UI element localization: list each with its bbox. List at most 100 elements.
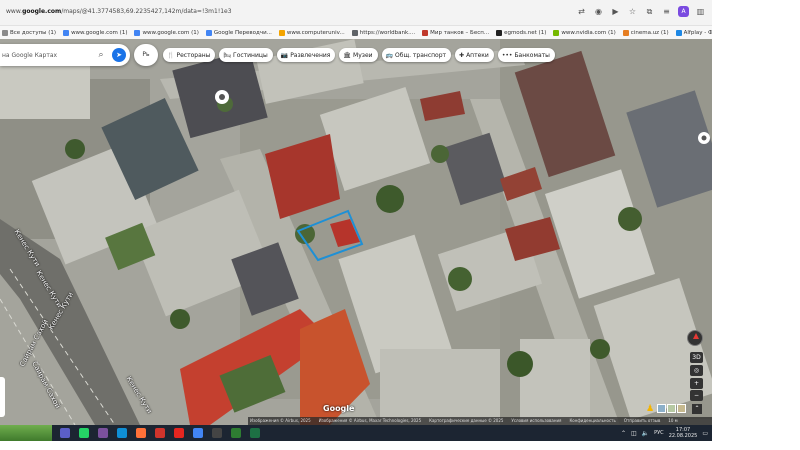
profile-avatar[interactable]: A [678, 6, 689, 17]
compass-icon[interactable] [687, 330, 703, 346]
bookmark-item[interactable]: cinema.uz (1) [622, 29, 669, 36]
extensions-icon[interactable]: ⧉ [644, 6, 655, 17]
category-chip-icon: ••• [501, 51, 513, 59]
bookmark-label: www.google.com (1) [71, 29, 128, 36]
zoom-in-button[interactable]: + [690, 378, 703, 389]
zoom-out-button[interactable]: − [690, 390, 703, 401]
bookmark-favicon-icon [63, 29, 70, 36]
attribution-item[interactable]: Отправить отзыв [624, 418, 660, 423]
bookmark-item[interactable]: https://worldbank.... [351, 29, 416, 36]
directions-icon[interactable]: ➤ [112, 48, 126, 62]
category-chip[interactable]: ••• Банкоматы [497, 48, 555, 62]
bookmark-favicon-icon [496, 29, 503, 36]
map-search-box[interactable]: на Google Картах ⌕ ➤ [0, 44, 130, 66]
clock[interactable]: 17:07 22.08.2025 [669, 427, 698, 439]
search-icon[interactable]: ⌕ [94, 50, 108, 60]
bookmark-label: Alfplay - Фильмы, с... [683, 29, 712, 36]
attribution-item[interactable]: Условия использования [511, 418, 561, 423]
chrome-icon[interactable] [193, 428, 203, 438]
volume-icon[interactable]: 🔈 [642, 430, 649, 437]
bookmark-item[interactable]: www.google.com (1) [134, 29, 199, 36]
bookmark-label: Мир танков – Бесп... [430, 29, 490, 36]
category-chip-icon: 📷 [280, 51, 289, 59]
layers-label: Рь [142, 51, 150, 58]
translate-icon[interactable]: ⇄ [576, 6, 587, 17]
taskbar: ⌃ ◫ 🔈 РУС 17:07 22.08.2025 ▭ [0, 425, 712, 441]
category-chip-label: Рестораны [176, 51, 211, 59]
category-chip-icon: 🍴 [167, 51, 175, 59]
bookmark-favicon-icon [675, 29, 682, 36]
category-chip-icon: 🛏 [223, 51, 232, 59]
terminal-icon[interactable] [212, 428, 222, 438]
sidebar-icon[interactable]: ▥ [695, 6, 706, 17]
category-chip-icon: ✚ [459, 51, 465, 59]
bookmark-favicon-icon [422, 29, 429, 36]
address-bar[interactable]: www.google.com/maps/@41.3774583,69.22354… [0, 0, 712, 26]
category-chip[interactable]: 📷 Развлечения [276, 48, 336, 62]
category-chip[interactable]: 🚌 Общ. транспорт [381, 48, 452, 62]
satellite-map[interactable]: Кенес Кути Кенес Кути Кенес Кути Кенес К… [0, 39, 712, 425]
chevron-up-icon[interactable]: ⌃ [621, 430, 626, 437]
bookmark-item[interactable]: www.computeruniv... [278, 29, 345, 36]
menu-icon[interactable]: ≡ [661, 6, 672, 17]
whatsapp-icon[interactable] [79, 428, 89, 438]
category-chip-label: Банкоматы [514, 51, 550, 59]
category-chip-icon: 🚌 [385, 51, 394, 59]
attribution-item: Картографические данные © 2025 [429, 418, 504, 423]
bookmark-label: www.computeruniv... [286, 29, 345, 36]
bookmark-item[interactable]: Google Переводчи... [205, 29, 272, 36]
category-chip[interactable]: 🏛 Музеи [339, 48, 378, 62]
excel-icon[interactable] [250, 428, 260, 438]
bookmark-favicon-icon [622, 29, 629, 36]
weather-widget[interactable] [0, 425, 52, 441]
category-chip[interactable]: 🛏 Гостиницы [219, 48, 273, 62]
layer-thumb[interactable] [657, 404, 666, 413]
play-icon[interactable]: ▶ [610, 6, 621, 17]
layer-thumb[interactable] [677, 404, 686, 413]
bookmark-label: egmods.net (1) [504, 29, 547, 36]
tilt-3d-button[interactable]: 3D [690, 352, 703, 363]
category-chip[interactable]: ✚ Аптеки [455, 48, 494, 62]
bookmark-item[interactable]: www.google.com (1) [63, 29, 128, 36]
network-icon[interactable]: ◫ [631, 430, 637, 437]
layer-thumb[interactable] [667, 404, 676, 413]
app-green-icon[interactable] [231, 428, 241, 438]
my-location-button[interactable]: ◎ [690, 365, 703, 376]
layer-thumbnails[interactable] [657, 404, 686, 413]
viber-icon[interactable] [98, 428, 108, 438]
clock-date: 22.08.2025 [668, 433, 698, 439]
bookmark-label: www.google.com (1) [142, 29, 199, 36]
category-chip-label: Музеи [353, 51, 373, 59]
pegman-icon[interactable]: ♟ [646, 404, 654, 414]
notifications-icon[interactable]: ▭ [702, 430, 708, 437]
bookmark-label: https://worldbank.... [359, 29, 416, 36]
category-chip-icon: 🏛 [343, 51, 352, 59]
bookmark-label: Google Переводчи... [213, 29, 272, 36]
category-chip-label: Развлечения [290, 51, 331, 59]
edge-icon[interactable] [117, 428, 127, 438]
system-tray: ⌃ ◫ 🔈 РУС 17:07 22.08.2025 ▭ [621, 427, 708, 439]
side-panel-toggle[interactable] [0, 377, 5, 417]
category-chip-label: Аптеки [466, 51, 489, 59]
camera-icon[interactable]: ◉ [593, 6, 604, 17]
bookmark-item[interactable]: www.nvidia.com (1) [553, 29, 616, 36]
yandex-icon[interactable] [174, 428, 184, 438]
bookmark-item[interactable]: Alfplay - Фильмы, с... [675, 29, 712, 36]
attribution-item[interactable]: 10 м [668, 418, 677, 423]
app-red-icon[interactable] [155, 428, 165, 438]
teams-icon[interactable] [60, 428, 70, 438]
category-chip[interactable]: 🍴 Рестораны [163, 48, 216, 62]
screen: www.google.com/maps/@41.3774583,69.22354… [0, 0, 712, 441]
bookmark-item[interactable]: egmods.net (1) [496, 29, 547, 36]
bookmark-favicon-icon [2, 29, 8, 36]
expand-icon[interactable]: ⌃ [692, 404, 702, 414]
attribution-item[interactable]: Конфиденциальность [569, 418, 615, 423]
bookmark-star-icon[interactable]: ☆ [627, 6, 638, 17]
layers-button[interactable]: Рь [134, 44, 158, 66]
bookmark-item[interactable]: Мир танков – Бесп... [422, 29, 490, 36]
firefox-icon[interactable] [136, 428, 146, 438]
bookmark-item[interactable]: Все доступы (1) [2, 29, 56, 36]
url-text[interactable]: www.google.com/maps/@41.3774583,69.22354… [6, 8, 232, 15]
language-indicator[interactable]: РУС [654, 430, 664, 436]
search-input[interactable]: на Google Картах [2, 52, 94, 59]
